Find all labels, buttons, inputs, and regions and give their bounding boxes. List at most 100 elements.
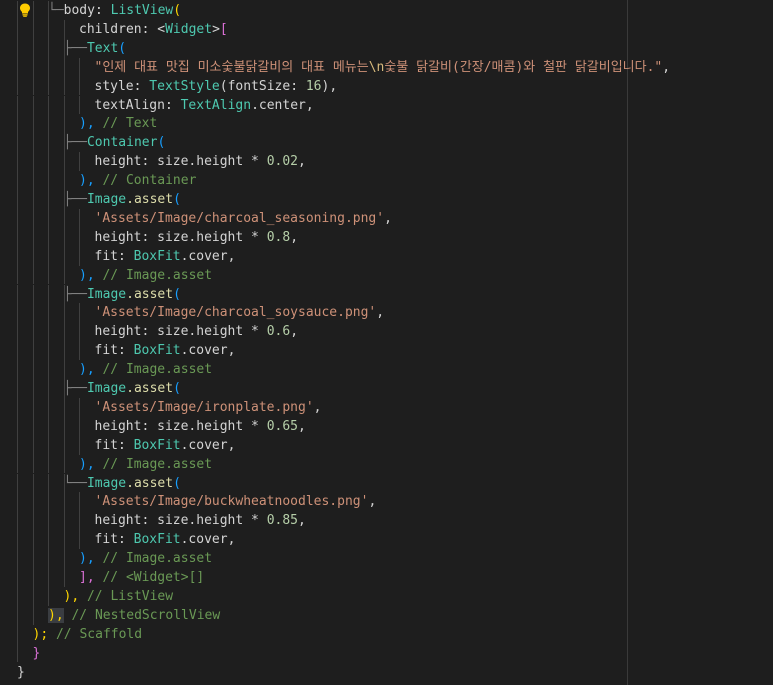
code-line[interactable]: textAlign: TextAlign.center, [0,95,773,115]
code-token: 숯불 닭갈비(간장/매콤)와 철판 닭갈비입니다." [384,59,663,75]
indent-guide [17,190,18,209]
indent-guide [17,57,18,77]
code-line[interactable]: } [0,643,773,663]
indent-guide [48,227,49,247]
code-line[interactable]: ├──Text( [0,38,773,58]
code-text: fit: BoxFit.cover, [95,436,236,455]
code-line[interactable]: 'Assets/Image/charcoal_seasoning.png', [0,208,773,228]
code-token: .asset [126,192,174,207]
indent-guide [79,303,80,323]
code-text: ), // Image.asset [79,549,212,568]
code-token: // Image.asset [94,362,213,378]
code-line[interactable]: ); // Scaffold [0,624,773,644]
indent-guide [33,435,34,455]
code-line[interactable]: 'Assets/Image/buckwheatnoodles.png', [0,492,773,512]
code-line[interactable]: height: size.height * 0.8, [0,227,773,247]
tree-connector: ├── [63,40,87,56]
code-line[interactable]: 'Assets/Image/charcoal_soysauce.png', [0,303,773,323]
indent-guide [33,265,34,285]
code-token: style [94,78,134,94]
code-line[interactable]: ), // Image.asset [0,454,773,474]
indent-guide [17,492,18,512]
code-token: // Text [94,116,158,132]
code-line[interactable]: fit: BoxFit.cover, [0,530,773,550]
tree-connector: └─ [48,3,64,18]
indent-guide [33,19,34,39]
code-text: ), // Container [79,171,196,190]
code-text: ), // Image.asset [79,266,212,285]
code-token: , [298,513,306,529]
code-line[interactable]: ), // Text [0,114,773,134]
indent-guide [17,586,18,606]
code-line[interactable]: 'Assets/Image/ironplate.png', [0,397,773,417]
indent-guide [33,133,34,153]
indent-guide [33,114,34,134]
indent-guide [17,624,18,644]
code-line[interactable]: height: size.height * 0.85, [0,511,773,531]
code-line[interactable]: height: size.height * 0.6, [0,322,773,342]
indent-guide [64,568,65,587]
indent-guide [17,454,18,474]
code-token: 0.65 [266,418,299,434]
code-token: // <Widget>[] [94,570,205,585]
code-token: : size.height * [141,324,267,340]
indent-guide [79,322,80,342]
code-text: height: size.height * 0.8, [95,228,299,247]
code-token: 0.85 [266,513,299,529]
code-token: ), [79,456,95,472]
indent-guide [48,246,49,266]
code-token: textAlign [94,97,165,113]
indent-guide [79,530,80,550]
code-token: fit [94,343,118,359]
code-line[interactable]: ), // Image.asset [0,360,773,379]
indent-guide [48,284,49,304]
code-line[interactable]: style: TextStyle(fontSize: 16), [0,76,773,96]
code-token: : [164,97,181,113]
code-token: TextAlign [180,97,252,113]
code-line[interactable]: ], // <Widget>[] [0,568,773,587]
indent-guide [17,549,18,568]
indent-guide [48,586,49,606]
code-line[interactable]: ├──Image.asset( [0,379,773,398]
indent-guide [79,397,80,417]
indent-guide [17,38,18,58]
indent-guide [48,19,49,39]
code-line[interactable]: fit: BoxFit.cover, [0,341,773,361]
indent-guide [17,530,18,550]
code-line[interactable]: ), // Image.asset [0,265,773,285]
code-line[interactable]: "인제 대표 맛집 미소숯불닭갈비의 대표 메뉴는\n숯불 닭갈비(간장/매콤)… [0,57,773,77]
code-line[interactable]: └─body: ListView( [0,1,773,20]
indent-guide [64,303,65,323]
indent-guide [48,454,49,474]
indent-guide [33,57,34,77]
code-line[interactable]: children: <Widget>[ [0,19,773,39]
code-line[interactable]: └──Image.asset( [0,473,773,493]
code-line[interactable]: height: size.height * 0.65, [0,416,773,436]
code-token: : [290,78,306,94]
code-token: fit [94,248,118,264]
code-token: 16 [305,78,322,94]
indent-guide [79,492,80,512]
code-line[interactable]: ), // NestedScrollView [0,605,773,625]
code-text: } [33,644,41,663]
indent-guide [33,511,34,531]
code-line[interactable]: ), // ListView [0,586,773,606]
code-line[interactable]: } [0,663,773,682]
indent-guide [33,397,34,417]
code-token: Container [86,135,158,151]
code-line[interactable]: ├──Image.asset( [0,284,773,304]
code-token: : [133,78,150,94]
code-line[interactable]: ├──Container( [0,133,773,153]
code-token: Widget [165,21,213,37]
code-line[interactable]: height: size.height * 0.02, [0,152,773,172]
code-token: : size.height * [141,229,267,245]
code-line[interactable]: ), // Image.asset [0,549,773,568]
code-editor[interactable]: └─body: ListView(children: <Widget>[├──T… [0,0,773,685]
code-line[interactable]: ├──Image.asset( [0,190,773,209]
indent-guide [79,208,80,228]
code-line[interactable]: fit: BoxFit.cover, [0,435,773,455]
code-line[interactable]: ), // Container [0,171,773,190]
indent-guide [33,152,34,172]
code-line[interactable]: fit: BoxFit.cover, [0,246,773,266]
code-token: // ListView [79,588,174,604]
